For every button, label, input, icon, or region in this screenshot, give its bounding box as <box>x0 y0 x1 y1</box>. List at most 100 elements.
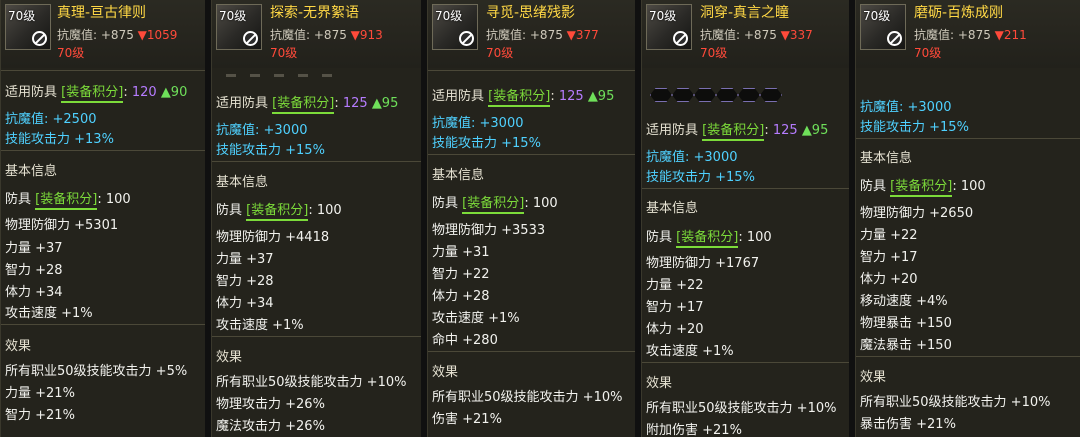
effect-header: 效果 <box>646 376 673 391</box>
effect-line: 伤害 +21% <box>432 412 502 427</box>
stat-line: 命中 +280 <box>432 333 498 348</box>
ban-icon <box>459 31 474 46</box>
set-bonus-skill: 技能攻击力 +15% <box>432 136 541 151</box>
set-requirement: 适用防具 [装备积分]: 125 ▲95 <box>432 85 614 107</box>
stat-line: 力量 +31 <box>432 245 490 260</box>
armor-score: 防具 [装备积分]: 100 <box>216 199 342 221</box>
resist-value: 抗魔值: +875 ▼337 <box>700 28 813 42</box>
stat-line: 力量 +37 <box>216 252 274 267</box>
effect-line: 所有职业50级技能攻击力 +5% <box>5 364 188 379</box>
level-badge: 70级 <box>649 9 677 23</box>
item-title: 探索-无界絮语 <box>270 5 360 21</box>
set-bonus-skill: 技能攻击力 +15% <box>646 170 755 185</box>
item-title: 磨砺-百炼成刚 <box>914 5 1004 21</box>
stat-line: 体力 +34 <box>216 296 274 311</box>
level-requirement: 70级 <box>700 46 728 60</box>
item-portrait: 70级 <box>5 4 51 50</box>
tooltip-header: 70级 真理-亘古律则 抗魔值: +875 ▼1059 70级 <box>1 0 205 68</box>
armor-score: 防具 [装备积分]: 100 <box>5 188 131 210</box>
set-bonus-resist: 抗魔值: +3000 <box>646 150 738 165</box>
armor-score: 防具 [装备积分]: 100 <box>432 192 558 214</box>
item-portrait: 70级 <box>432 4 478 50</box>
tooltip-header: 70级 寻觅-思绪残影 抗魔值: +875 ▼377 70级 <box>428 0 635 68</box>
set-requirement: 适用防具 [装备积分]: 125 ▲95 <box>216 92 398 114</box>
tooltip-header: 70级 磨砺-百炼成刚 抗魔值: +875 ▼211 70级 <box>856 0 1080 68</box>
stat-line: 攻击速度 +1% <box>646 344 734 359</box>
ban-icon <box>243 31 258 46</box>
set-bonus-resist: 抗魔值: +3000 <box>432 116 524 131</box>
set-requirement: 适用防具 [装备积分]: 120 ▲90 <box>5 81 187 103</box>
basic-info-header: 基本信息 <box>646 201 699 216</box>
stat-line: 物理防御力 +1767 <box>646 256 760 271</box>
level-requirement: 70级 <box>486 46 514 60</box>
effect-line: 暴击伤害 +21% <box>860 417 956 432</box>
armor-score: 防具 [装备积分]: 100 <box>860 175 986 197</box>
item-title: 真理-亘古律则 <box>57 5 147 21</box>
level-badge: 70级 <box>219 9 247 23</box>
set-bonus-resist: 抗魔值: +3000 <box>860 100 952 115</box>
stat-line: 力量 +37 <box>5 241 63 256</box>
stat-line: 攻击速度 +1% <box>432 311 520 326</box>
stat-line: 物理防御力 +2650 <box>860 206 974 221</box>
item-tooltip-2: 70级 探索-无界絮语 抗魔值: +875 ▼913 70级 适用防具 [装备积… <box>211 0 421 437</box>
stat-line: 移动速度 +4% <box>860 294 948 309</box>
stat-line: 体力 +34 <box>5 285 63 300</box>
level-badge: 70级 <box>435 9 463 23</box>
effect-line: 力量 +21% <box>5 386 75 401</box>
level-requirement: 70级 <box>914 46 942 60</box>
effect-line: 所有职业50级技能攻击力 +10% <box>216 375 407 390</box>
basic-info-header: 基本信息 <box>5 164 58 179</box>
item-tooltip-3: 70级 寻觅-思绪残影 抗魔值: +875 ▼377 70级 适用防具 [装备积… <box>427 0 635 437</box>
effect-line: 所有职业50级技能攻击力 +10% <box>432 390 623 405</box>
effect-header: 效果 <box>216 350 243 365</box>
decor-dashes <box>226 74 346 78</box>
stat-line: 智力 +28 <box>216 274 274 289</box>
effect-line: 所有职业50级技能攻击力 +10% <box>860 395 1051 410</box>
stat-line: 物理防御力 +5301 <box>5 218 119 233</box>
item-title: 寻觅-思绪残影 <box>486 5 576 21</box>
effect-line: 物理攻击力 +26% <box>216 397 325 412</box>
stat-line: 力量 +22 <box>646 278 704 293</box>
stat-line: 魔法暴击 +150 <box>860 338 952 353</box>
level-requirement: 70级 <box>57 46 85 60</box>
item-portrait: 70级 <box>646 4 692 50</box>
resist-value: 抗魔值: +875 ▼377 <box>486 28 599 42</box>
effect-line: 附加伤害 +21% <box>646 423 742 437</box>
level-badge: 70级 <box>8 9 36 23</box>
item-portrait: 70级 <box>860 4 906 50</box>
item-tooltip-5: 70级 磨砺-百炼成刚 抗魔值: +875 ▼211 70级 抗魔值: +300… <box>855 0 1080 437</box>
stat-line: 体力 +20 <box>646 322 704 337</box>
stat-line: 智力 +17 <box>860 250 918 265</box>
stat-line: 体力 +28 <box>432 289 490 304</box>
effect-header: 效果 <box>860 370 887 385</box>
item-tooltip-4: 70级 洞穿-真言之瞳 抗魔值: +875 ▼337 70级 适用防具 [装备积… <box>641 0 849 437</box>
set-slot-hexagons <box>650 88 782 102</box>
tooltip-header: 70级 洞穿-真言之瞳 抗魔值: +875 ▼337 70级 <box>642 0 849 68</box>
resist-value: 抗魔值: +875 ▼1059 <box>57 28 178 42</box>
stat-line: 智力 +28 <box>5 263 63 278</box>
stat-line: 物理防御力 +4418 <box>216 230 330 245</box>
effect-header: 效果 <box>432 365 459 380</box>
stat-line: 智力 +22 <box>432 267 490 282</box>
set-bonus-resist: 抗魔值: +3000 <box>216 123 308 138</box>
stat-line: 体力 +20 <box>860 272 918 287</box>
set-requirement: 适用防具 [装备积分]: 125 ▲95 <box>646 119 828 141</box>
ban-icon <box>673 31 688 46</box>
item-title: 洞穿-真言之瞳 <box>700 5 790 21</box>
basic-info-header: 基本信息 <box>860 151 913 166</box>
set-bonus-skill: 技能攻击力 +15% <box>860 120 969 135</box>
level-requirement: 70级 <box>270 46 298 60</box>
item-portrait: 70级 <box>216 4 262 50</box>
armor-score: 防具 [装备积分]: 100 <box>646 226 772 248</box>
stat-line: 力量 +22 <box>860 228 918 243</box>
set-bonus-resist: 抗魔值: +2500 <box>5 112 97 127</box>
set-bonus-skill: 技能攻击力 +13% <box>5 132 114 147</box>
stat-line: 智力 +17 <box>646 300 704 315</box>
ban-icon <box>32 31 47 46</box>
stat-line: 攻击速度 +1% <box>5 306 93 321</box>
effect-line: 魔法攻击力 +26% <box>216 419 325 434</box>
ban-icon <box>887 31 902 46</box>
tooltip-header: 70级 探索-无界絮语 抗魔值: +875 ▼913 70级 <box>212 0 421 68</box>
effect-line: 智力 +21% <box>5 408 75 423</box>
effect-header: 效果 <box>5 339 32 354</box>
